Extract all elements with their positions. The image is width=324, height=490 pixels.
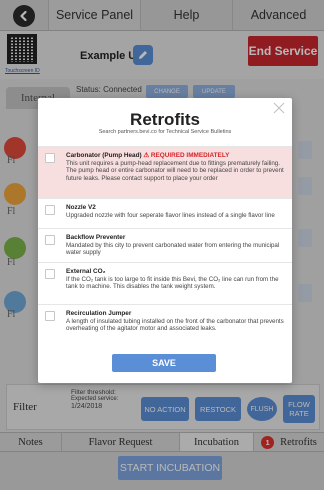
retrofit-item-recirculation: Recirculation Jumper A length of insulat… <box>38 304 292 348</box>
retrofit-checkbox[interactable] <box>45 311 55 321</box>
retrofit-title: Recirculation Jumper <box>66 310 132 317</box>
retrofit-checkbox[interactable] <box>45 205 55 215</box>
modal-title: Retrofits <box>130 110 200 129</box>
retrofit-title: Nozzle V2 <box>66 204 96 211</box>
retrofit-title: External CO₂ <box>66 268 106 275</box>
retrofit-description: A length of insulated tubing installed o… <box>66 318 284 333</box>
retrofit-description: Upgraded nozzle with four seperate flavo… <box>66 212 275 219</box>
retrofit-description: Mandated by this city to prevent carbona… <box>66 242 280 257</box>
retrofit-item-external-co2: External CO₂ If the CO₂ tank is too larg… <box>38 262 292 304</box>
retrofit-title: Backflow Preventer <box>66 234 126 241</box>
retrofits-modal: Retrofits Search partners.bevi.co for Te… <box>38 98 292 383</box>
retrofit-title: Carbonator (Pump Head) <box>66 152 142 159</box>
required-warning: ⚠ REQUIRED IMMEDIATELY <box>143 152 230 159</box>
save-button[interactable]: SAVE <box>112 354 216 372</box>
retrofit-item-backflow: Backflow Preventer Mandated by this city… <box>38 228 292 262</box>
retrofit-item-carbonator: Carbonator (Pump Head) ⚠ REQUIRED IMMEDI… <box>38 146 292 198</box>
modal-subtitle: Search partners.bevi.co for Technical Se… <box>98 129 232 135</box>
retrofit-checkbox[interactable] <box>45 269 55 279</box>
retrofit-item-nozzle: Nozzle V2 Upgraded nozzle with four sepe… <box>38 198 292 228</box>
retrofit-checkbox[interactable] <box>45 153 55 163</box>
retrofit-checkbox[interactable] <box>45 235 55 245</box>
retrofit-description: If the CO₂ tank is too large to fit insi… <box>66 276 279 291</box>
retrofit-list: Carbonator (Pump Head) ⚠ REQUIRED IMMEDI… <box>38 146 292 348</box>
retrofit-description: This unit requires a pump-head replaceme… <box>66 160 284 182</box>
